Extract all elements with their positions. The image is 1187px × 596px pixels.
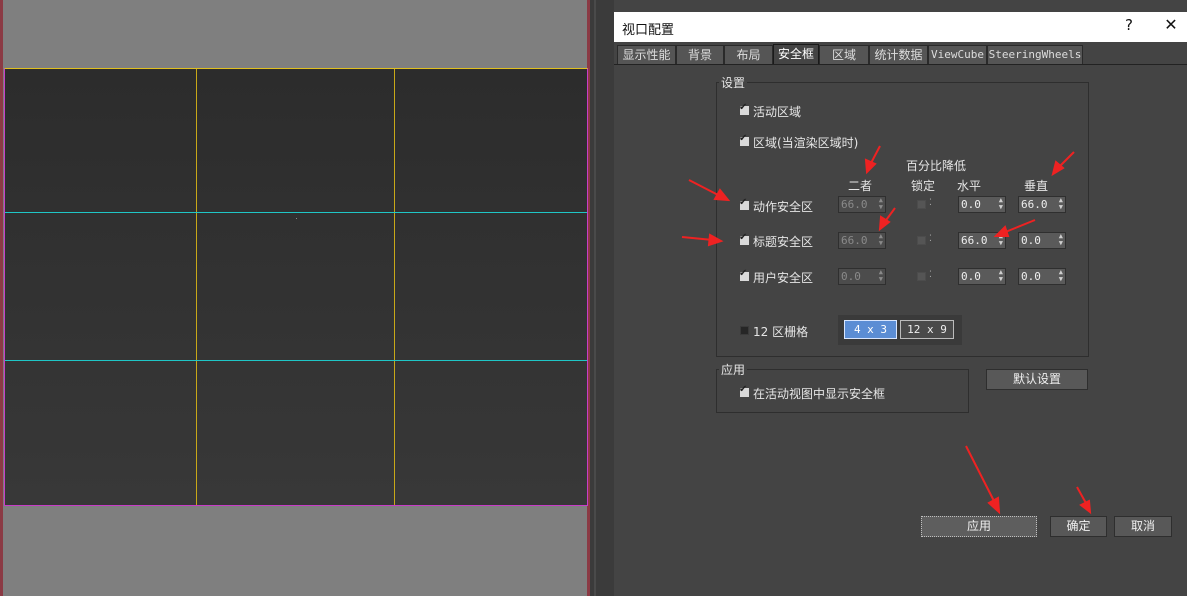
arrow-icon: [965, 445, 1001, 515]
arrow-icon: [864, 145, 881, 175]
annotation-arrows: [681, 145, 1092, 515]
arrow-icon: [993, 219, 1036, 237]
arrow-icon: [681, 233, 724, 247]
arrow-icon: [878, 207, 896, 232]
arrow-icon: [1051, 151, 1075, 177]
arrow-icon: [688, 179, 731, 202]
arrow-icon: [1076, 486, 1092, 515]
